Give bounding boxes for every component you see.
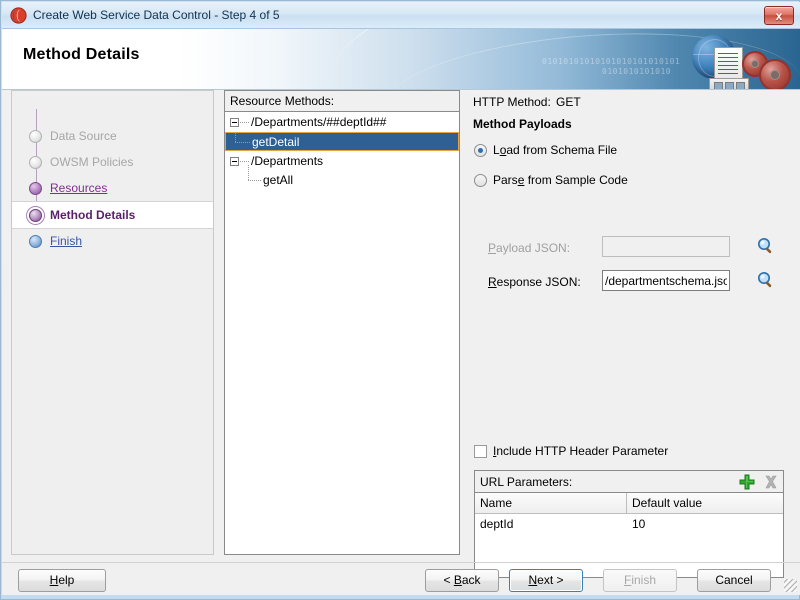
footer-divider: [2, 562, 800, 563]
resource-methods-panel: Resource Methods: /Departments/##deptId#…: [224, 90, 460, 555]
radio-parse-from-sample-code[interactable]: [474, 174, 487, 187]
include-header-text: Include HTTP Header Parameter: [493, 444, 669, 458]
tree-node-departments-deptid[interactable]: /Departments/##deptId##: [225, 113, 459, 132]
tree-node-getdetail[interactable]: getDetail: [225, 132, 459, 151]
finish-button-label: Finish: [623, 573, 657, 587]
help-button-label: Help: [49, 573, 75, 587]
tree-connector: [248, 180, 262, 181]
finish-button: Finish: [603, 569, 677, 592]
url-parameters-header-row: Name Default value: [475, 493, 783, 514]
column-separator[interactable]: [626, 493, 627, 513]
payload-json-input[interactable]: [602, 236, 730, 257]
dialog-banner: Method Details 0101010101010101010101010…: [2, 29, 800, 90]
window-titlebar: Create Web Service Data Control - Step 4…: [2, 2, 800, 29]
next-button[interactable]: Next >: [509, 569, 583, 592]
step-bullet-icon: [29, 130, 42, 143]
cancel-button-label: Cancel: [715, 573, 753, 587]
dialog-body: Method Details 0101010101010101010101010…: [2, 29, 800, 595]
tree-node-label: getDetail: [252, 135, 300, 149]
column-header-default-value: Default value: [632, 496, 703, 510]
sidebar-item-resources[interactable]: Resources: [12, 175, 213, 201]
step-bullet-icon: [29, 235, 42, 248]
expander-collapse-icon[interactable]: [230, 157, 239, 166]
method-payloads-heading: Method Payloads: [473, 117, 572, 131]
tree-connector: [240, 122, 250, 123]
tree-connector: [248, 165, 249, 180]
resource-methods-label: Resource Methods:: [230, 94, 335, 108]
step-bullet-icon: [29, 209, 42, 222]
radio-load-from-schema-file-label: Load from Schema File: [493, 142, 617, 158]
back-button-label: < Back: [443, 573, 481, 587]
expander-collapse-icon[interactable]: [230, 118, 239, 127]
http-method-label: HTTP Method:: [473, 95, 551, 109]
sidebar-item-data-source[interactable]: Data Source: [12, 123, 213, 149]
tree-node-label: getAll: [263, 173, 294, 187]
payload-json-browse-icon[interactable]: [757, 237, 775, 255]
oracle-jdeveloper-icon: [10, 7, 27, 24]
gear-icon-large: [759, 59, 791, 89]
sidebar-item-finish[interactable]: Finish: [12, 228, 213, 254]
back-button[interactable]: < Back: [425, 569, 499, 592]
radio-load-from-schema-file[interactable]: [474, 144, 487, 157]
step-bullet-icon: [29, 182, 42, 195]
include-http-header-label: Include HTTP Header Parameter: [493, 443, 668, 459]
tree-connector: [235, 142, 251, 143]
application-window: Create Web Service Data Control - Step 4…: [0, 0, 800, 600]
sidebar-item-label: OWSM Policies: [50, 155, 134, 169]
resize-grip[interactable]: [784, 579, 797, 592]
sidebar-item-label[interactable]: Finish: [50, 233, 82, 249]
resource-methods-tree[interactable]: /Departments/##deptId## getDetail /Depar…: [225, 112, 459, 554]
payload-json-label: Payload JSON:: [488, 241, 571, 255]
server-base-icon: [709, 78, 749, 89]
radio-sample-text: Parse from Sample Code: [493, 173, 628, 187]
sidebar-item-label: Method Details: [50, 208, 136, 222]
page-title: Method Details: [23, 46, 140, 63]
sidebar-item-owsm-policies[interactable]: OWSM Policies: [12, 149, 213, 175]
banner-binary-text-1: 01010101010101010101010101: [542, 57, 681, 66]
banner-binary-text-2: 0101010101010: [602, 67, 672, 76]
table-row[interactable]: deptId 10: [475, 514, 783, 535]
close-button[interactable]: x: [764, 6, 794, 25]
include-http-header-checkbox[interactable]: [474, 445, 487, 458]
sidebar-item-method-details[interactable]: Method Details: [12, 201, 213, 229]
resource-methods-header: Resource Methods:: [225, 91, 459, 112]
tree-node-label: /Departments: [251, 154, 324, 168]
close-icon: x: [775, 9, 783, 23]
cancel-button[interactable]: Cancel: [697, 569, 771, 592]
column-header-name: Name: [480, 496, 513, 510]
sidebar-item-label: Data Source: [50, 129, 117, 143]
response-json-input[interactable]: [602, 270, 730, 291]
tree-node-label: /Departments/##deptId##: [251, 115, 387, 129]
tree-node-getall[interactable]: getAll: [225, 165, 459, 190]
method-detail-panel: HTTP Method: GET Method Payloads Load fr…: [468, 90, 792, 578]
cell-name: deptId: [480, 517, 514, 531]
delete-x-icon: [765, 475, 777, 489]
sidebar-item-label[interactable]: Resources: [50, 180, 107, 196]
http-method-value: GET: [556, 95, 581, 109]
response-json-text: Response JSON:: [488, 275, 581, 289]
radio-parse-from-sample-code-label: Parse from Sample Code: [493, 172, 628, 188]
window-title: Create Web Service Data Control - Step 4…: [33, 8, 280, 22]
step-bullet-icon: [29, 156, 42, 169]
url-parameters-title: URL Parameters:: [480, 475, 573, 489]
tree-node-departments[interactable]: /Departments: [225, 152, 459, 171]
help-button[interactable]: Help: [18, 569, 106, 592]
cell-default-value: 10: [632, 517, 646, 531]
url-parameters-titlebar: URL Parameters:: [475, 471, 783, 493]
tree-connector: [240, 161, 250, 162]
response-json-label: Response JSON:: [488, 274, 581, 290]
plus-icon[interactable]: [739, 474, 755, 490]
window-frame: Create Web Service Data Control - Step 4…: [0, 0, 800, 600]
radio-schema-text: Load from Schema File: [493, 143, 618, 157]
response-json-browse-icon[interactable]: [757, 271, 775, 289]
next-button-label: Next >: [528, 573, 564, 587]
wizard-steps-panel: Data Source OWSM Policies Resources Meth…: [11, 90, 214, 555]
